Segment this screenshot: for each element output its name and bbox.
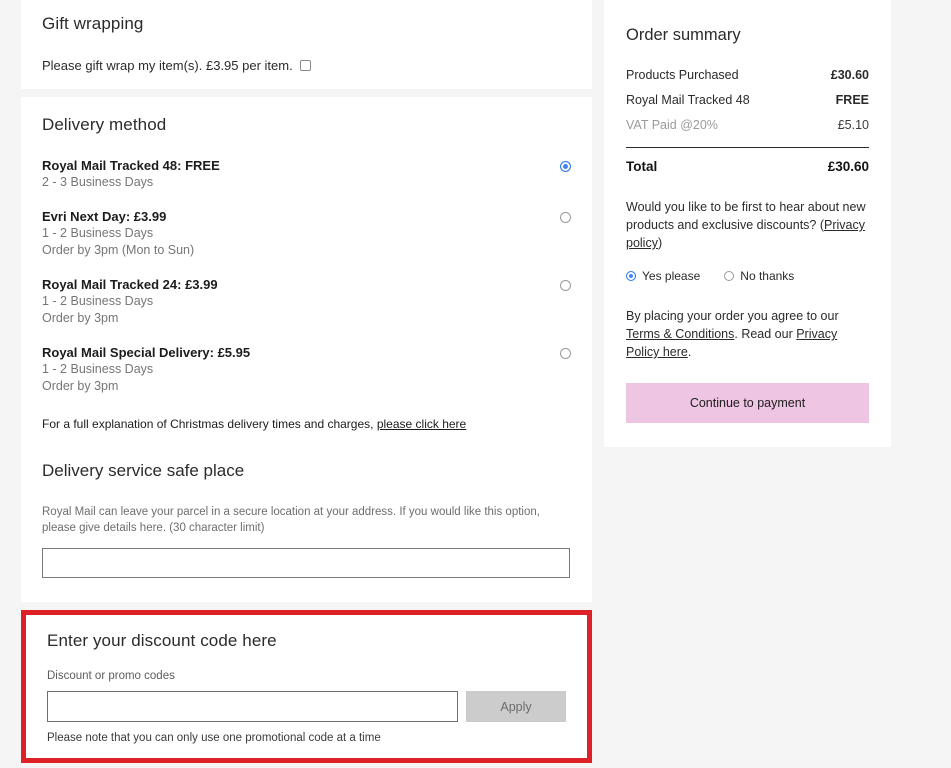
marketing-no-radio[interactable] <box>724 271 735 281</box>
safe-place-description: Royal Mail can leave your parcel in a se… <box>42 506 540 534</box>
delivery-option-line2: Order by 3pm (Mon to Sun) <box>42 243 195 257</box>
discount-code-input[interactable] <box>47 691 459 722</box>
discount-field-label: Discount or promo codes <box>47 670 175 682</box>
gift-wrapping-title: Gift wrapping <box>42 14 144 33</box>
delivery-option-line2: Order by 3pm <box>42 311 119 325</box>
marketing-question-tail: ) <box>657 236 663 250</box>
gift-wrap-label: Please gift wrap my item(s). £3.95 per i… <box>42 58 293 73</box>
marketing-consent-no[interactable]: No thanks <box>724 269 794 283</box>
order-summary-rows: Products Purchased £30.60 Royal Mail Tra… <box>626 63 869 138</box>
terms-notice: By placing your order you agree to our T… <box>626 307 869 361</box>
marketing-consent-options: Yes please No thanks <box>626 269 869 283</box>
summary-row-vat: VAT Paid @20% £5.10 <box>626 113 869 138</box>
summary-row-label: VAT Paid @20% <box>626 118 718 132</box>
summary-row-amount: £30.60 <box>830 68 869 82</box>
discount-input-row: Apply <box>47 691 566 722</box>
christmas-note-text: For a full explanation of Christmas deli… <box>42 417 377 431</box>
order-summary-panel: Order summary Products Purchased £30.60 … <box>604 0 891 447</box>
delivery-option-radio[interactable] <box>560 212 571 223</box>
gift-wrap-checkbox[interactable] <box>299 60 311 71</box>
discount-code-panel: Enter your discount code here Discount o… <box>26 615 587 758</box>
continue-to-payment-button[interactable]: Continue to payment <box>626 383 869 423</box>
summary-row-amount: £5.10 <box>837 118 869 132</box>
marketing-consent-question: Would you like to be first to hear about… <box>626 198 869 252</box>
gift-wrapping-panel: Gift wrapping Please gift wrap my item(s… <box>21 0 592 89</box>
delivery-option-radio[interactable] <box>560 161 571 172</box>
delivery-option-royal-mail-tracked-48[interactable]: Royal Mail Tracked 48: FREE 2 - 3 Busine… <box>42 157 571 191</box>
discount-title: Enter your discount code here <box>47 631 277 650</box>
order-summary-title: Order summary <box>626 26 741 44</box>
checkout-sidebar-column: Order summary Products Purchased £30.60 … <box>604 0 891 447</box>
summary-total-amount: £30.60 <box>827 159 869 174</box>
marketing-yes-label: Yes please <box>642 269 701 283</box>
summary-row-label: Products Purchased <box>626 68 739 82</box>
delivery-option-line1: 2 - 3 Business Days <box>42 175 154 189</box>
delivery-option-radio[interactable] <box>560 348 571 359</box>
checkout-page: Gift wrapping Please gift wrap my item(s… <box>0 0 951 768</box>
delivery-method-title: Delivery method <box>42 115 167 134</box>
discount-note: Please note that you can only use one pr… <box>47 732 381 744</box>
marketing-no-label: No thanks <box>740 269 795 283</box>
checkout-main-column: Gift wrapping Please gift wrap my item(s… <box>21 0 592 768</box>
delivery-option-line1: 1 - 2 Business Days <box>42 294 154 308</box>
delivery-option-royal-mail-tracked-24[interactable]: Royal Mail Tracked 24: £3.99 1 - 2 Busin… <box>42 276 571 327</box>
safe-place-input[interactable] <box>42 548 570 578</box>
delivery-option-radio[interactable] <box>560 280 571 291</box>
terms-and-conditions-link[interactable]: Terms & Conditions <box>626 327 734 341</box>
apply-discount-button[interactable]: Apply <box>466 691 566 722</box>
safe-place-title: Delivery service safe place <box>42 461 245 480</box>
terms-text-before: By placing your order you agree to our <box>626 309 839 323</box>
marketing-consent-yes[interactable]: Yes please <box>626 269 700 283</box>
christmas-delivery-note: For a full explanation of Christmas deli… <box>42 417 571 431</box>
discount-highlight-box: Enter your discount code here Discount o… <box>21 610 592 763</box>
christmas-delivery-link[interactable]: please click here <box>377 417 466 431</box>
summary-total-row: Total £30.60 <box>626 148 869 174</box>
delivery-method-panel: Delivery method Royal Mail Tracked 48: F… <box>21 97 592 602</box>
summary-row-products-purchased: Products Purchased £30.60 <box>626 63 869 88</box>
terms-text-middle: . Read our <box>734 327 797 341</box>
delivery-option-evri-next-day[interactable]: Evri Next Day: £3.99 1 - 2 Business Days… <box>42 208 571 259</box>
delivery-option-title: Royal Mail Special Delivery: £5.95 <box>42 345 251 360</box>
delivery-option-title: Royal Mail Tracked 48: FREE <box>42 158 220 173</box>
terms-text-after: . <box>687 345 692 359</box>
delivery-option-line1: 1 - 2 Business Days <box>42 362 154 376</box>
delivery-option-royal-mail-special-delivery[interactable]: Royal Mail Special Delivery: £5.95 1 - 2… <box>42 344 571 395</box>
summary-row-amount: FREE <box>835 93 869 107</box>
delivery-option-line2: Order by 3pm <box>42 379 119 393</box>
summary-row-label: Royal Mail Tracked 48 <box>626 93 750 107</box>
delivery-options-list: Royal Mail Tracked 48: FREE 2 - 3 Busine… <box>42 157 571 395</box>
delivery-option-line1: 1 - 2 Business Days <box>42 226 154 240</box>
marketing-yes-radio[interactable] <box>626 271 636 281</box>
delivery-option-title: Royal Mail Tracked 24: £3.99 <box>42 277 218 292</box>
gift-wrap-option[interactable]: Please gift wrap my item(s). £3.95 per i… <box>42 58 571 73</box>
delivery-option-title: Evri Next Day: £3.99 <box>42 209 167 224</box>
summary-total-label: Total <box>626 159 658 174</box>
summary-row-shipping: Royal Mail Tracked 48 FREE <box>626 88 869 113</box>
